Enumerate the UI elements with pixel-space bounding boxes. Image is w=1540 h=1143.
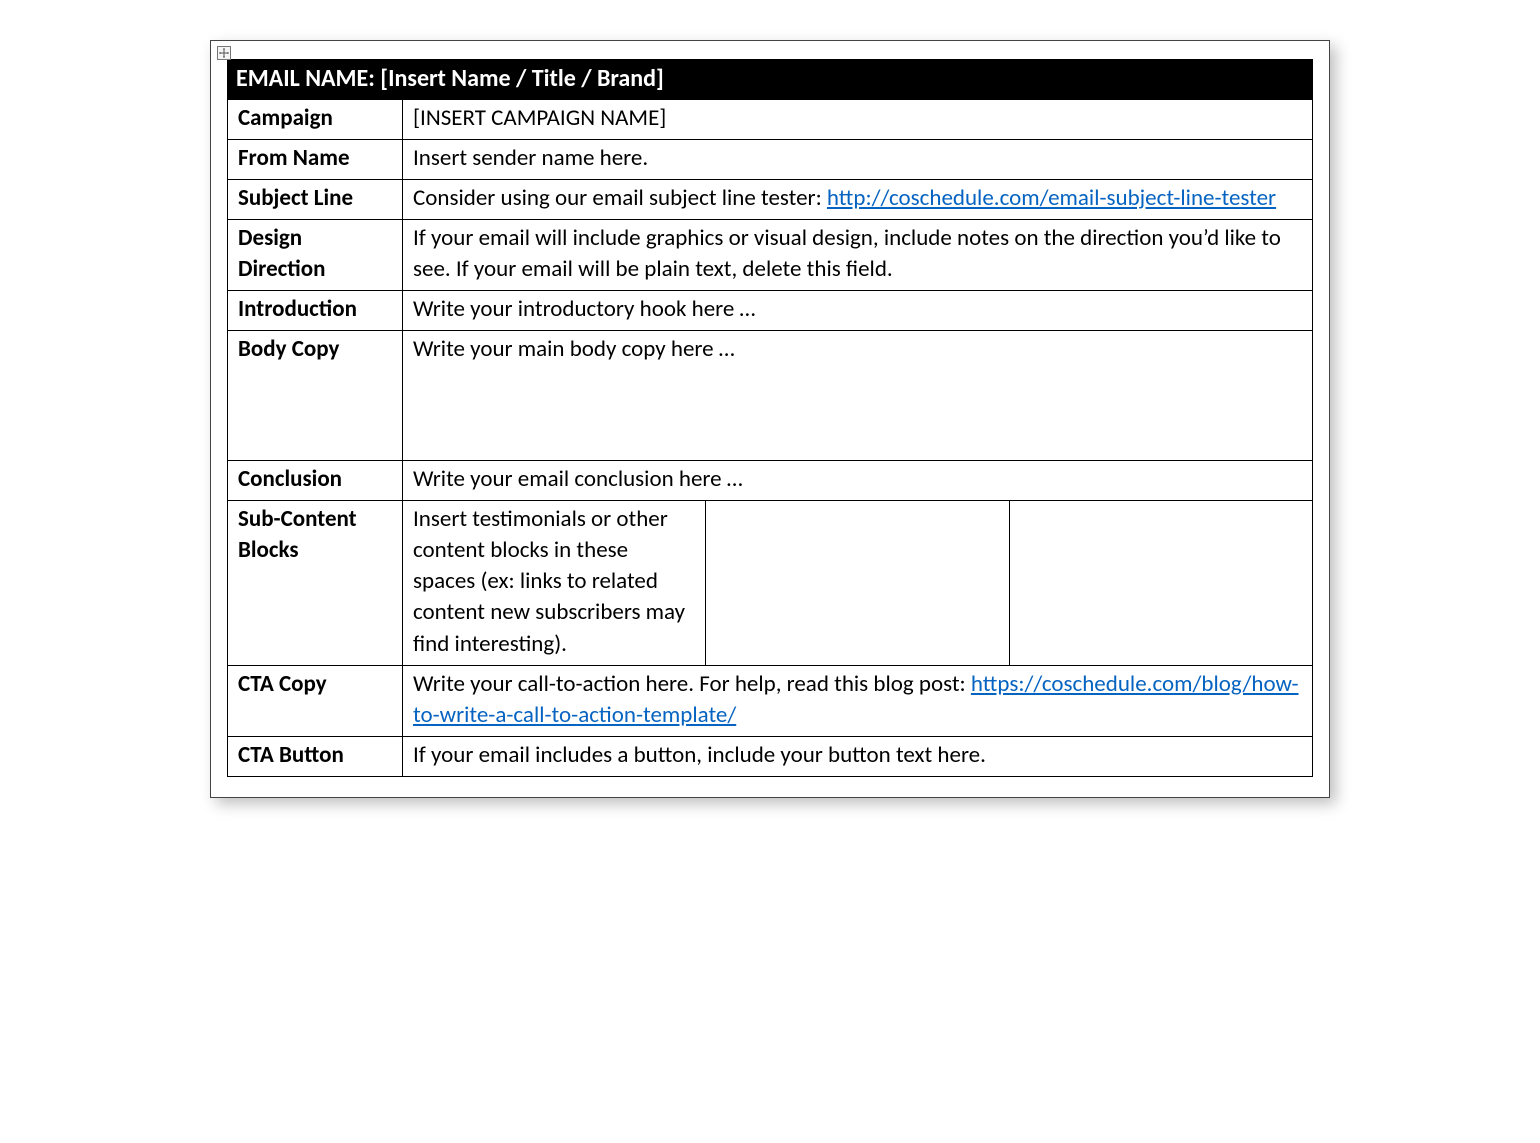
body-copy-value: Write your main body copy here … xyxy=(403,331,1313,461)
table-row: Conclusion Write your email conclusion h… xyxy=(228,461,1313,501)
sub-content-col1: Insert testimonials or other content blo… xyxy=(403,501,706,665)
conclusion-label: Conclusion xyxy=(228,461,403,501)
table-row: CTA Button If your email includes a butt… xyxy=(228,736,1313,776)
subject-line-value: Consider using our email subject line te… xyxy=(403,180,1313,220)
table-row: Body Copy Write your main body copy here… xyxy=(228,331,1313,461)
design-direction-label: Design Direction xyxy=(228,220,403,291)
document-page: EMAIL NAME: [Insert Name / Title / Brand… xyxy=(210,40,1330,798)
subject-line-tester-link[interactable]: http://coschedule.com/email-subject-line… xyxy=(827,184,1276,212)
header-value: [Insert Name / Title / Brand] xyxy=(380,64,664,93)
table-row: CTA Copy Write your call-to-action here.… xyxy=(228,665,1313,736)
table-row: Subject Line Consider using our email su… xyxy=(228,180,1313,220)
cta-button-value: If your email includes a button, include… xyxy=(403,736,1313,776)
design-direction-value: If your email will include graphics or v… xyxy=(403,220,1313,291)
subject-line-text: Consider using our email subject line te… xyxy=(413,184,827,212)
cta-copy-label: CTA Copy xyxy=(228,665,403,736)
sub-content-col3 xyxy=(1009,501,1312,665)
email-name-header: EMAIL NAME: [Insert Name / Title / Brand… xyxy=(228,60,1313,100)
cta-button-label: CTA Button xyxy=(228,736,403,776)
cta-copy-text: Write your call-to-action here. For help… xyxy=(413,670,971,698)
header-prefix: EMAIL NAME: xyxy=(236,64,375,93)
campaign-value: [INSERT CAMPAIGN NAME] xyxy=(403,100,1313,140)
table-row: From Name Insert sender name here. xyxy=(228,140,1313,180)
sub-content-col2 xyxy=(706,501,1009,665)
header-row: EMAIL NAME: [Insert Name / Title / Brand… xyxy=(228,60,1313,100)
introduction-label: Introduction xyxy=(228,291,403,331)
table-row: Introduction Write your introductory hoo… xyxy=(228,291,1313,331)
table-row: Design Direction If your email will incl… xyxy=(228,220,1313,291)
sub-content-label: Sub-Content Blocks xyxy=(228,501,403,665)
body-copy-label: Body Copy xyxy=(228,331,403,461)
table-move-handle-icon[interactable] xyxy=(217,46,231,60)
from-name-label: From Name xyxy=(228,140,403,180)
conclusion-value: Write your email conclusion here … xyxy=(403,461,1313,501)
table-row: Campaign [INSERT CAMPAIGN NAME] xyxy=(228,100,1313,140)
introduction-value: Write your introductory hook here … xyxy=(403,291,1313,331)
table-row: Sub-Content Blocks Insert testimonials o… xyxy=(228,501,1313,665)
cta-copy-value: Write your call-to-action here. For help… xyxy=(403,665,1313,736)
campaign-label: Campaign xyxy=(228,100,403,140)
from-name-value: Insert sender name here. xyxy=(403,140,1313,180)
email-template-table: EMAIL NAME: [Insert Name / Title / Brand… xyxy=(227,59,1313,777)
subject-line-label: Subject Line xyxy=(228,180,403,220)
